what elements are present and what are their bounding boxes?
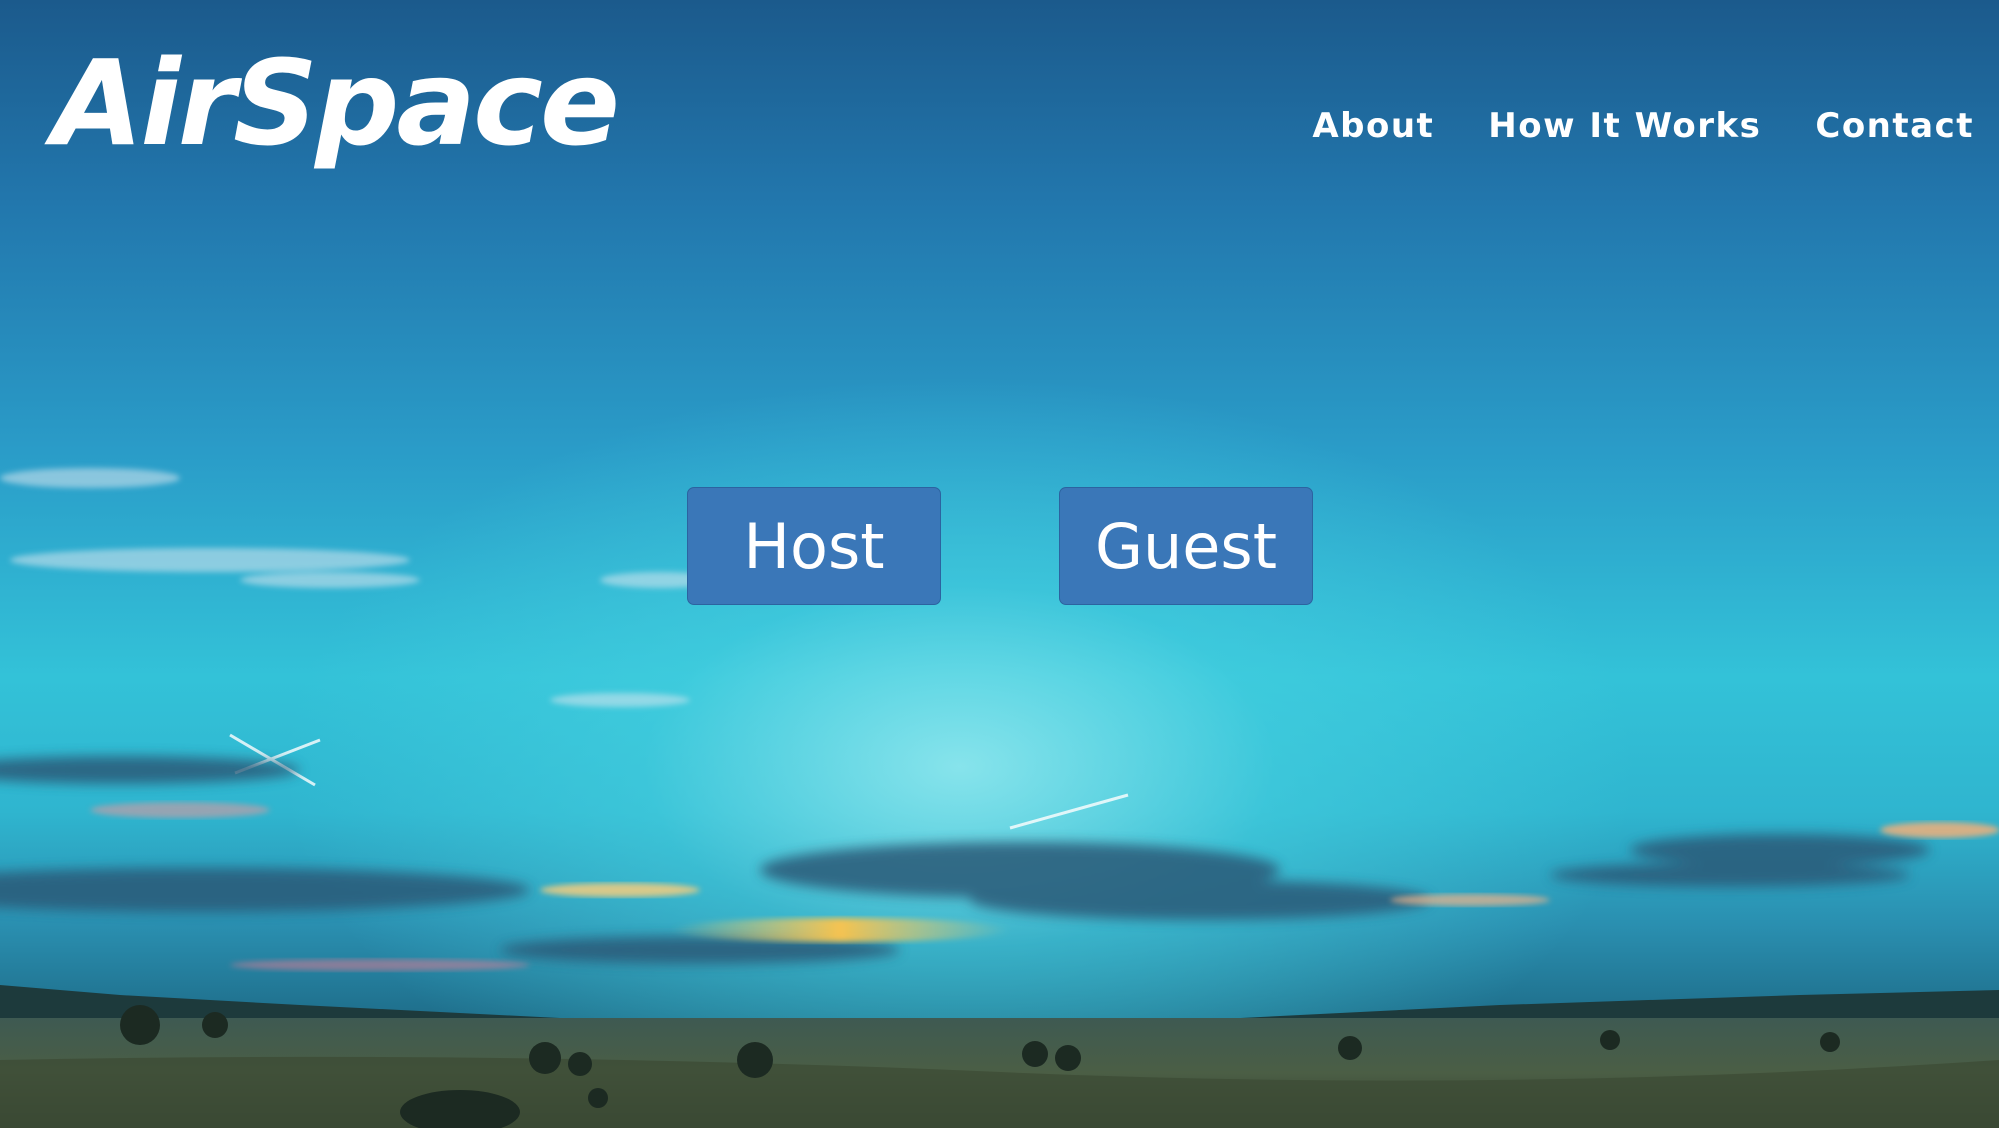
airspace-logo[interactable]: AirSpace — [52, 41, 620, 166]
guest-button[interactable]: Guest — [1059, 487, 1313, 605]
site-header: AirSpace About How It Works Contact — [0, 0, 1999, 200]
top-nav: About How It Works Contact — [1312, 106, 1974, 146]
nav-link-contact[interactable]: Contact — [1815, 106, 1974, 146]
nav-link-about[interactable]: About — [1312, 106, 1434, 146]
role-choice-group: Host Guest — [687, 487, 1313, 605]
host-button[interactable]: Host — [687, 487, 941, 605]
nav-link-how-it-works[interactable]: How It Works — [1488, 106, 1761, 146]
